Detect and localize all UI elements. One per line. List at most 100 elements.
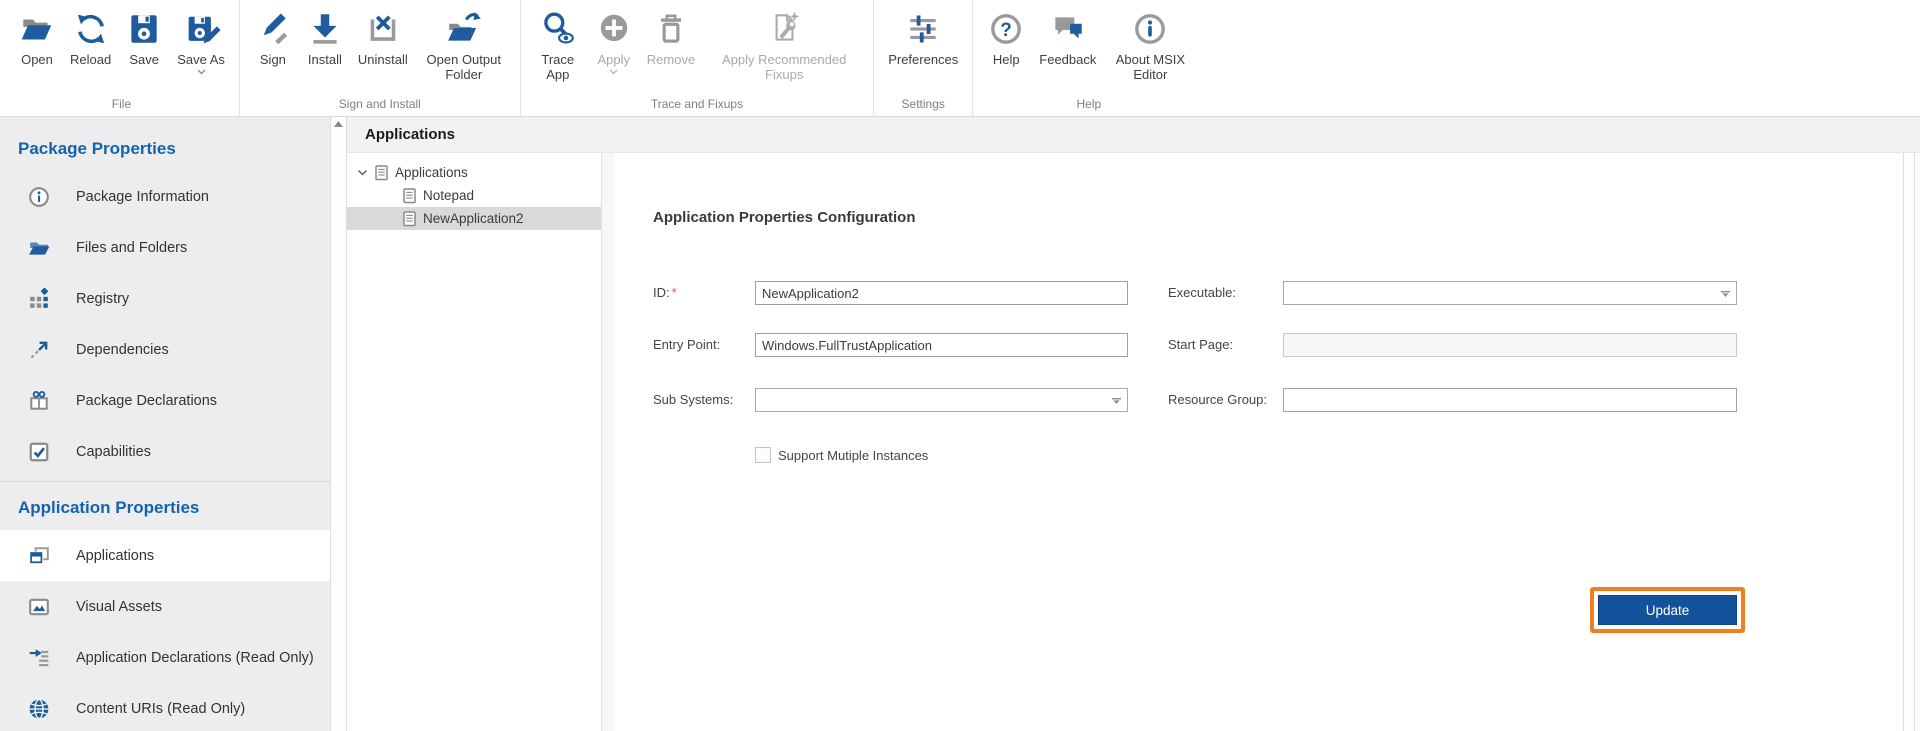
sub-systems-label: Sub Systems: [653, 388, 733, 412]
sidebar-item-label: Registry [76, 291, 129, 307]
about-msix-editor-label: About MSIX Editor [1110, 52, 1190, 83]
sidebar-item-capabilities[interactable]: Capabilities [0, 426, 330, 477]
uninstall-label: Uninstall [358, 52, 408, 67]
save-as-icon [182, 8, 220, 50]
resource-group-label: Resource Group: [1168, 388, 1267, 412]
support-multiple-instances-row[interactable]: Support Mutiple Instances [755, 447, 928, 463]
sign-button[interactable]: Sign [248, 6, 298, 69]
ribbon-group-label-settings: Settings [882, 95, 964, 116]
install-button[interactable]: Install [300, 6, 350, 69]
document-icon [375, 165, 388, 181]
update-button-highlight: Update [1590, 587, 1745, 633]
update-button[interactable]: Update [1598, 595, 1737, 625]
uninstall-icon [364, 8, 402, 50]
save-as-button[interactable]: Save As [171, 6, 231, 77]
install-label: Install [308, 52, 342, 67]
panel-splitter[interactable] [602, 153, 615, 731]
apply-button: Apply [589, 6, 639, 77]
tree-node-label: Applications [395, 165, 468, 180]
open-output-folder-button[interactable]: Open Output Folder [416, 6, 512, 85]
details-vertical-scrollbar[interactable] [1903, 153, 1915, 731]
chevron-down-icon[interactable] [357, 169, 368, 177]
feedback-bubbles-icon [1049, 8, 1087, 50]
dropdown-arrow-icon[interactable] [1112, 398, 1121, 404]
sidebar-item-label: Visual Assets [76, 599, 162, 615]
start-page-input [1283, 333, 1737, 357]
entry-point-label: Entry Point: [653, 333, 720, 357]
id-label: ID:* [653, 281, 677, 305]
navigation-sidebar: Package Properties Package Information F… [0, 117, 330, 731]
sidebar-item-label: Capabilities [76, 444, 151, 460]
sidebar-item-application-declarations[interactable]: Application Declarations (Read Only) [0, 632, 330, 683]
sidebar-item-visual-assets[interactable]: Visual Assets [0, 581, 330, 632]
sidebar-item-applications[interactable]: Applications [0, 530, 330, 581]
required-asterisk: * [672, 285, 677, 300]
sidebar-item-files-and-folders[interactable]: Files and Folders [0, 222, 330, 273]
sidebar-item-package-declarations[interactable]: Package Declarations [0, 375, 330, 426]
sidebar-item-content-uris[interactable]: Content URIs (Read Only) [0, 683, 330, 731]
page-title: Applications [365, 126, 455, 143]
sidebar-item-registry[interactable]: Registry [0, 273, 330, 324]
sidebar-item-dependencies[interactable]: Dependencies [0, 324, 330, 375]
save-as-label: Save As [177, 52, 225, 67]
uninstall-button[interactable]: Uninstall [352, 6, 414, 69]
ribbon-toolbar: Open Reload Save Save As [0, 0, 1920, 117]
tree-row-applications[interactable]: Applications [347, 161, 601, 184]
sidebar-item-package-information[interactable]: Package Information [0, 171, 330, 222]
trace-app-icon [539, 8, 577, 50]
apply-recommended-fixups-label: Apply Recommended Fixups [709, 52, 859, 83]
sidebar-item-label: Dependencies [76, 342, 169, 358]
sidebar-section-package-properties: Package Properties [0, 127, 330, 171]
ribbon-group-label-trace-and-fixups: Trace and Fixups [529, 95, 865, 116]
info-circle-icon [28, 186, 50, 208]
sidebar-section-application-properties: Application Properties [0, 486, 330, 530]
remove-button: Remove [641, 6, 701, 69]
executable-combobox[interactable] [1283, 281, 1737, 305]
id-input[interactable] [755, 281, 1128, 305]
reload-button[interactable]: Reload [64, 6, 117, 69]
application-properties-form: Application Properties Configuration ID:… [615, 153, 1903, 731]
start-page-label: Start Page: [1168, 333, 1233, 357]
gift-box-icon [28, 390, 50, 412]
preferences-button[interactable]: Preferences [882, 6, 964, 69]
support-multiple-instances-label: Support Mutiple Instances [778, 448, 928, 463]
sidebar-item-label: Content URIs (Read Only) [76, 701, 245, 717]
help-button[interactable]: ? Help [981, 6, 1031, 69]
document-icon [403, 211, 416, 227]
install-arrow-icon [306, 8, 344, 50]
sub-systems-combobox[interactable] [755, 388, 1128, 412]
save-button[interactable]: Save [119, 6, 169, 69]
open-label: Open [21, 52, 53, 67]
about-msix-editor-button[interactable]: About MSIX Editor [1104, 6, 1196, 85]
open-button[interactable]: Open [12, 6, 62, 69]
remove-label: Remove [647, 52, 695, 67]
dropdown-arrow-icon[interactable] [1721, 291, 1730, 297]
tree-node-label: NewApplication2 [423, 211, 524, 226]
open-folder-icon [18, 8, 56, 50]
trace-app-button[interactable]: Trace App [529, 6, 587, 85]
tree-row-notepad[interactable]: Notepad [347, 184, 601, 207]
chevron-down-icon [197, 69, 206, 75]
support-multiple-instances-checkbox[interactable] [755, 447, 771, 463]
feedback-button[interactable]: Feedback [1033, 6, 1102, 69]
sidebar-scrollbar[interactable] [330, 117, 347, 731]
reload-icon [72, 8, 110, 50]
globe-icon [28, 698, 50, 720]
sidebar-divider [0, 481, 330, 482]
apply-plus-icon [595, 8, 633, 50]
open-output-folder-icon [445, 8, 483, 50]
tree-row-newapplication2[interactable]: NewApplication2 [347, 207, 601, 230]
scroll-up-arrow-icon[interactable] [331, 121, 346, 127]
ribbon-group-settings: Preferences Settings [873, 0, 972, 116]
ribbon-group-sign-and-install: Sign Install Uninstall Open Output Folde… [239, 0, 520, 116]
about-info-icon [1131, 8, 1169, 50]
resource-group-input[interactable] [1283, 388, 1737, 412]
save-icon [125, 8, 163, 50]
image-icon [28, 596, 50, 618]
reload-label: Reload [70, 52, 111, 67]
sidebar-item-label: Files and Folders [76, 240, 187, 256]
applications-tree-panel: Applications Notepad NewApplication2 [347, 153, 602, 731]
entry-point-input[interactable] [755, 333, 1128, 357]
app-windows-icon [28, 545, 50, 567]
help-question-icon: ? [987, 8, 1025, 50]
